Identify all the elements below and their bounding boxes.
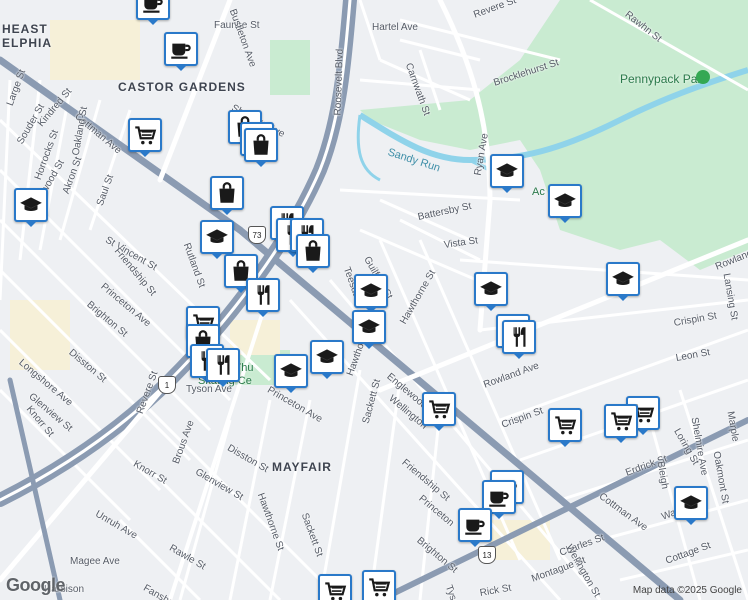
restaurant-icon xyxy=(217,355,230,375)
cafe-icon xyxy=(489,491,509,507)
restaurant-icon xyxy=(513,327,526,347)
school-icon xyxy=(358,319,380,333)
park-icon xyxy=(696,70,710,84)
route-1-shield: 1 xyxy=(158,376,176,394)
area-label-castor-gardens: CASTOR GARDENS xyxy=(118,80,246,94)
shopping-marker[interactable] xyxy=(296,234,330,273)
school-marker[interactable] xyxy=(14,188,48,227)
school-marker[interactable] xyxy=(310,340,344,379)
street-label: Hartel Ave xyxy=(372,22,418,33)
grocery-marker[interactable] xyxy=(422,392,456,431)
school-marker[interactable] xyxy=(548,184,582,223)
restaurant-marker[interactable] xyxy=(206,348,240,387)
school-marker[interactable] xyxy=(274,354,308,393)
school-marker[interactable] xyxy=(352,310,386,349)
shopping-icon xyxy=(253,134,269,155)
cafe-icon xyxy=(171,43,191,59)
school-icon xyxy=(612,271,634,285)
grocery-icon xyxy=(611,412,633,431)
grocery-icon xyxy=(135,126,157,145)
route-13-shield: 13 xyxy=(478,546,496,564)
school-icon xyxy=(206,229,228,243)
cafe-icon xyxy=(143,0,163,13)
school-icon xyxy=(680,495,702,509)
school-marker[interactable] xyxy=(200,220,234,259)
grocery-icon xyxy=(429,400,451,419)
grocery-marker[interactable] xyxy=(548,408,582,447)
street-label: Roosevelt Blvd xyxy=(332,48,346,116)
cafe-icon xyxy=(465,519,485,535)
restaurant-marker[interactable] xyxy=(502,320,536,359)
school-icon xyxy=(360,283,382,297)
map-attribution: Map data ©2025 Google xyxy=(632,585,742,596)
grocery-marker[interactable] xyxy=(604,404,638,443)
school-marker[interactable] xyxy=(490,154,524,193)
restaurant-icon xyxy=(257,285,270,305)
shopping-icon xyxy=(305,240,321,261)
school-marker[interactable] xyxy=(354,274,388,313)
grocery-icon xyxy=(555,416,577,435)
cafe-marker[interactable] xyxy=(164,32,198,71)
cafe-marker[interactable] xyxy=(136,0,170,25)
area-label-northeast-philadelphia: HEAST ELPHIA xyxy=(2,22,53,50)
street-label: Magee Ave xyxy=(70,556,120,567)
school-icon xyxy=(316,349,338,363)
shopping-marker[interactable] xyxy=(210,176,244,215)
restaurant-marker[interactable] xyxy=(246,278,280,317)
grocery-icon xyxy=(325,582,347,600)
school-icon xyxy=(20,197,42,211)
school-icon xyxy=(496,163,518,177)
cafe-marker[interactable] xyxy=(458,508,492,547)
school-icon xyxy=(554,193,576,207)
grocery-marker[interactable] xyxy=(128,118,162,157)
map-canvas[interactable]: HEAST ELPHIA CASTOR GARDENS MAYFAIR Penn… xyxy=(0,0,748,600)
grocery-marker[interactable] xyxy=(362,570,396,600)
school-marker[interactable] xyxy=(474,272,508,311)
area-label-mayfair: MAYFAIR xyxy=(272,460,332,474)
school-marker[interactable] xyxy=(674,486,708,525)
park-label-pennypack: Pennypack Park xyxy=(620,72,708,86)
grocery-icon xyxy=(369,578,391,597)
school-marker[interactable] xyxy=(606,262,640,301)
school-icon xyxy=(480,281,502,295)
google-logo: Google xyxy=(6,575,66,595)
route-73-shield: 73 xyxy=(248,226,266,244)
shopping-icon xyxy=(219,182,235,203)
grocery-marker[interactable] xyxy=(318,574,352,600)
shopping-marker[interactable] xyxy=(244,128,278,167)
school-icon xyxy=(280,363,302,377)
